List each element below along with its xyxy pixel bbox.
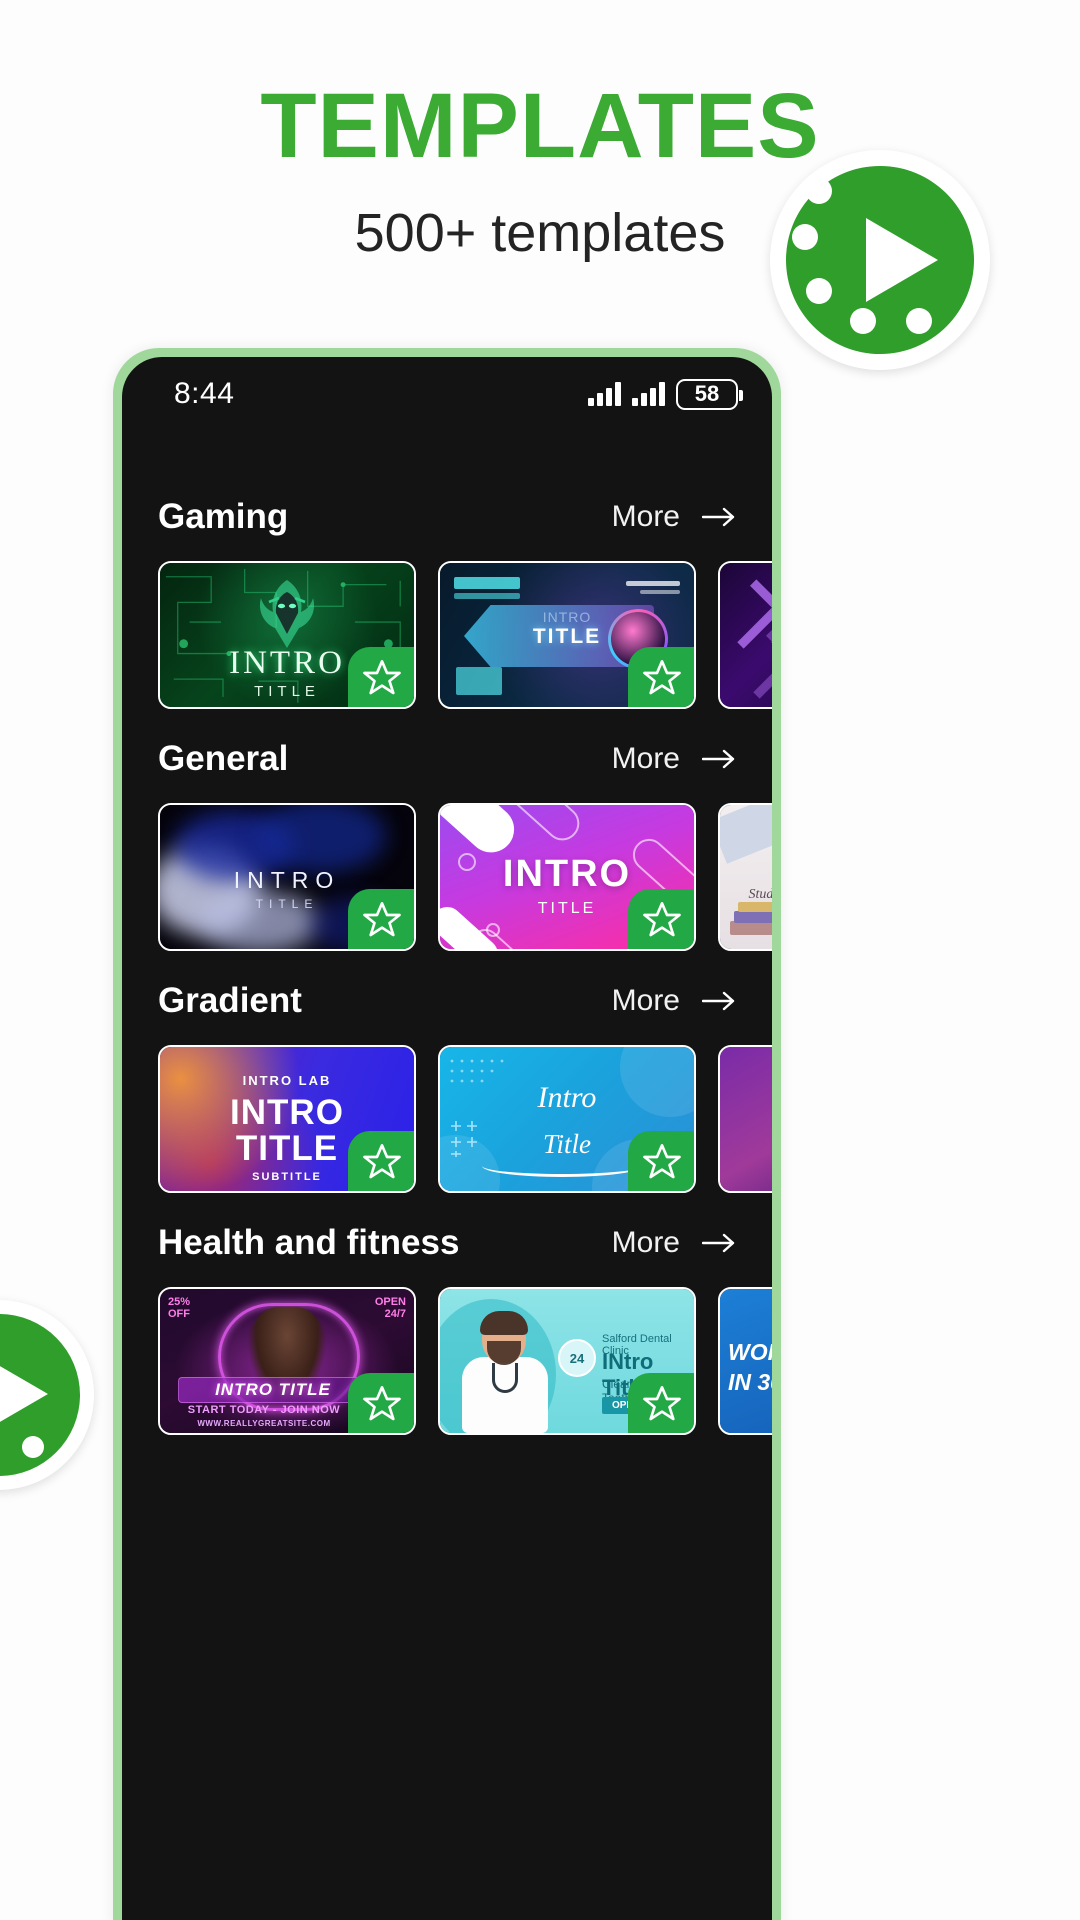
favorite-button[interactable] (348, 889, 414, 949)
more-button-health[interactable]: More (612, 1226, 736, 1260)
favorite-button[interactable] (628, 889, 694, 949)
phone-screen: 8:44 58 Gaming More INTRO TITLE INTRO TI… (122, 357, 772, 1920)
star-icon (643, 902, 681, 937)
more-label: More (611, 742, 680, 775)
section-header: Health and fitness More (122, 1199, 772, 1287)
arrow-right-icon (702, 1233, 735, 1253)
section-title: Health and fitness (158, 1223, 460, 1262)
phone-24h-icon: 24 (558, 1339, 596, 1377)
section-title: Gradient (158, 981, 302, 1020)
section-gradient: Gradient More INTRO LAB INTRO TITLE SUBT… (122, 957, 772, 1193)
gaming-mascot-icon (259, 580, 315, 648)
template-list: Gaming More INTRO TITLE INTRO TITLE Gene… (122, 431, 772, 1435)
card-text-url: WWW.REALLYGREATSITE.COM (197, 1419, 331, 1428)
card-text-ghost: INTRO (542, 609, 592, 625)
card-text-script: Study Corner (748, 887, 772, 902)
battery-icon: 58 (676, 378, 743, 410)
status-bar: 8:44 58 (122, 357, 772, 431)
template-card[interactable]: INTRO TITLE (438, 561, 696, 709)
more-button-general[interactable]: More (612, 742, 736, 776)
signal-bars-icon (588, 382, 621, 406)
card-artwork (720, 1047, 772, 1191)
favorite-button[interactable] (628, 1373, 694, 1433)
more-button-gaming[interactable]: More (612, 500, 736, 534)
card-text-intro: INTRO TITLE (215, 1380, 331, 1399)
section-header: Gradient More (122, 957, 772, 1045)
battery-level: 58 (694, 381, 720, 406)
section-general: General More INTRO TITLE INTRO TITLE Stu (122, 715, 772, 951)
card-artwork: WORKO IN 30 (720, 1289, 772, 1433)
favorite-button[interactable] (348, 647, 414, 707)
more-label: More (611, 500, 680, 533)
star-icon (363, 1386, 401, 1421)
card-artwork (720, 563, 772, 707)
template-card[interactable]: WORKO IN 30 (718, 1287, 772, 1435)
card-text-open-hours: OPEN 24/7 (374, 1296, 406, 1320)
star-icon (363, 1144, 401, 1179)
card-row[interactable]: INTRO TITLE (122, 561, 772, 709)
template-card[interactable]: Study Corner (718, 803, 772, 951)
card-text-intro: INTRO (230, 1093, 344, 1132)
template-card[interactable]: INTRO LAB INTRO TITLE SUBTITLE (158, 1045, 416, 1193)
card-row[interactable]: INTRO LAB INTRO TITLE SUBTITLE Intro Tit… (122, 1045, 772, 1193)
star-icon (643, 1386, 681, 1421)
star-icon (363, 902, 401, 937)
card-text-lab: INTRO LAB (242, 1073, 332, 1088)
card-text-discount: 25% OFF (168, 1296, 191, 1320)
card-text-line1: WORKO (728, 1339, 772, 1365)
template-card[interactable] (718, 561, 772, 709)
section-title: Gaming (158, 497, 289, 536)
section-header: General More (122, 715, 772, 803)
status-clock: 8:44 (174, 377, 235, 410)
card-row[interactable]: INTRO TITLE (122, 803, 772, 951)
film-reel-play-icon (770, 150, 990, 370)
card-text-line2: IN 30 (728, 1369, 772, 1395)
template-card[interactable]: Intro Title (438, 1045, 696, 1193)
template-card[interactable]: INTRO TITLE (438, 803, 696, 951)
favorite-button[interactable] (348, 1373, 414, 1433)
section-gaming: Gaming More INTRO TITLE INTRO TITLE (122, 473, 772, 709)
phone-mockup: 8:44 58 Gaming More INTRO TITLE INTRO TI… (113, 348, 781, 1920)
signal-bars-icon (632, 382, 665, 406)
card-row[interactable]: 25% OFF OPEN 24/7 INTRO TITLE START TODA… (122, 1287, 772, 1435)
play-triangle-icon (866, 218, 938, 302)
section-title: General (158, 739, 289, 778)
more-label: More (611, 984, 680, 1017)
arrow-right-icon (702, 507, 735, 527)
promo-screenshot: TEMPLATES 500+ templates 8:44 58 Gaming … (0, 0, 1080, 1920)
star-icon (643, 1144, 681, 1179)
film-reel-play-icon (0, 1300, 94, 1490)
section-header: Gaming More (122, 473, 772, 561)
phone-badge-label: 24 (569, 1350, 585, 1366)
doctor-illustration (456, 1311, 552, 1433)
favorite-button[interactable] (348, 1131, 414, 1191)
card-text-title: TITLE (532, 625, 602, 648)
template-card[interactable]: INTRO TITLE (158, 803, 416, 951)
star-icon (363, 660, 401, 695)
more-button-gradient[interactable]: More (612, 984, 736, 1018)
favorite-button[interactable] (628, 647, 694, 707)
template-card[interactable]: INTRO TITLE (158, 561, 416, 709)
section-health-and-fitness: Health and fitness More 25% OFF OPEN 24/… (122, 1199, 772, 1435)
card-artwork: Study Corner (720, 805, 772, 949)
play-triangle-icon (0, 1366, 48, 1422)
card-text-line1: Intro (537, 1081, 597, 1114)
star-icon (643, 660, 681, 695)
template-card[interactable]: 24 Salford Dental Clinic INtro Title Cle… (438, 1287, 696, 1435)
arrow-right-icon (702, 749, 735, 769)
favorite-button[interactable] (628, 1131, 694, 1191)
template-card[interactable] (718, 1045, 772, 1193)
more-label: More (611, 1226, 680, 1259)
card-text-cta: START TODAY - JOIN NOW (187, 1404, 341, 1416)
template-card[interactable]: 25% OFF OPEN 24/7 INTRO TITLE START TODA… (158, 1287, 416, 1435)
arrow-right-icon (702, 991, 735, 1011)
